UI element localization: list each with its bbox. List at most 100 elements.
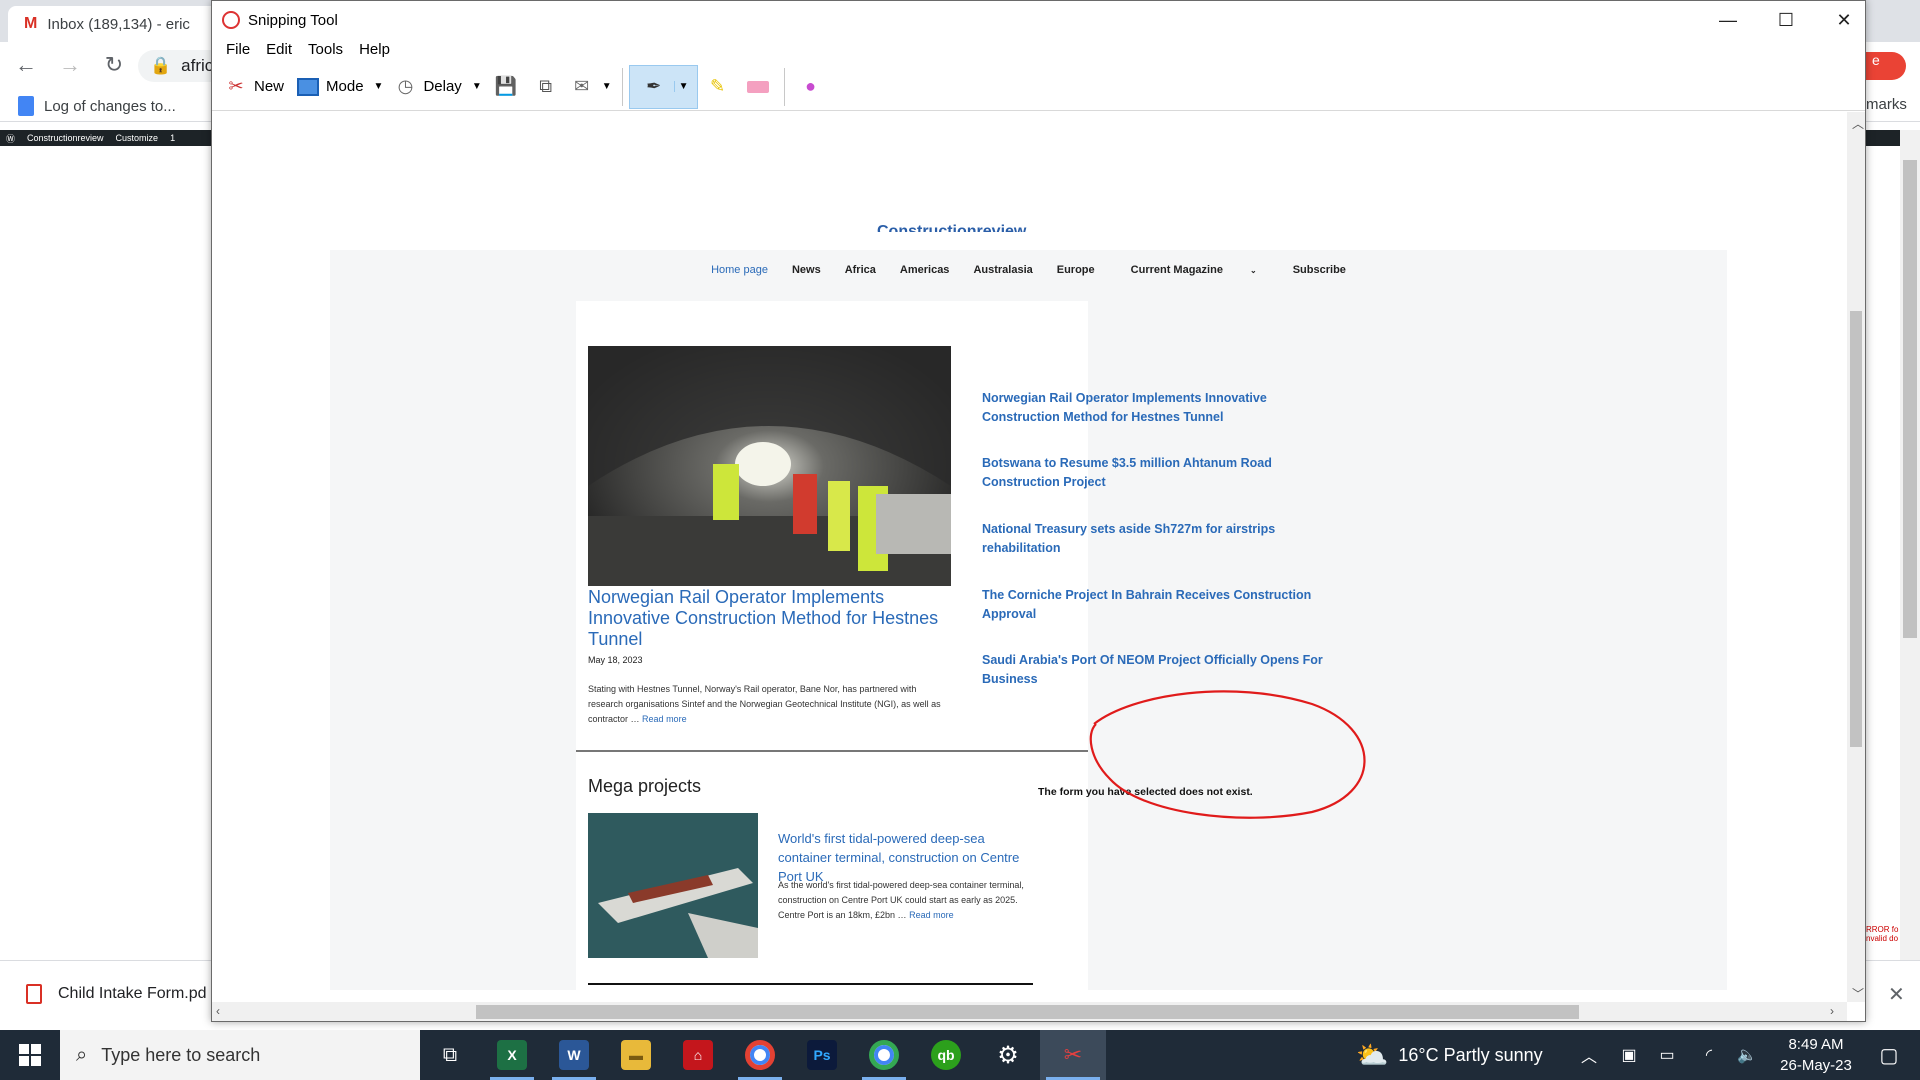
scroll-right-icon[interactable]: › <box>1830 1004 1834 1018</box>
close-button[interactable]: ✕ <box>1815 1 1873 39</box>
delay-dropdown-icon[interactable]: ▼ <box>468 81 486 92</box>
snipping-tool-icon <box>222 11 240 29</box>
nav-americas[interactable]: Americas <box>888 264 962 276</box>
chrome-icon[interactable] <box>730 1030 790 1080</box>
acrobat-icon[interactable]: ⌂ <box>668 1030 728 1080</box>
nav-home[interactable]: Home page <box>699 264 780 276</box>
pdf-icon <box>26 984 42 1004</box>
snipping-tool-window: Snipping Tool — ☐ ✕ File Edit Tools Help… <box>211 0 1866 1022</box>
copy-icon[interactable]: ⧉ <box>534 75 558 99</box>
hero-image-tunnel[interactable] <box>588 346 951 586</box>
pen-button[interactable]: ✒ ▼ <box>628 64 698 109</box>
scroll-left-icon[interactable]: ‹ <box>216 1004 220 1018</box>
weather-text: 16°C Partly sunny <box>1398 1044 1543 1065</box>
save-icon[interactable]: 💾 <box>494 75 518 99</box>
forward-icon[interactable]: → <box>52 47 88 83</box>
mode-dropdown-icon[interactable]: ▼ <box>370 81 388 92</box>
back-icon[interactable]: ← <box>8 47 44 83</box>
clock-time: 8:49 AM <box>1788 1036 1844 1053</box>
eraser-icon[interactable] <box>746 75 770 99</box>
weather-widget[interactable]: ⛅ 16°C Partly sunny <box>1356 1030 1543 1080</box>
read-more-link[interactable]: Read more <box>909 910 954 920</box>
maximize-button[interactable]: ☐ <box>1757 1 1815 39</box>
download-item[interactable]: Child Intake Form.pd <box>26 984 207 1004</box>
reload-icon[interactable]: ↻ <box>96 47 132 83</box>
nav-africa[interactable]: Africa <box>833 264 888 276</box>
delay-button[interactable]: ◷ Delay <box>387 67 467 107</box>
send-dropdown-icon[interactable]: ▼ <box>598 81 616 92</box>
site-logo[interactable]: Constructionreview <box>877 220 1097 232</box>
word-icon[interactable]: W <box>544 1030 604 1080</box>
nav-current-magazine[interactable]: Current Magazine ⌄ <box>1107 264 1281 276</box>
file-explorer-icon[interactable]: ▬ <box>606 1030 666 1080</box>
sidebar-article-link[interactable]: Norwegian Rail Operator Implements Innov… <box>982 389 1332 427</box>
settings-gear-icon[interactable]: ⚙ <box>978 1030 1038 1080</box>
sidebar-article-link[interactable]: Botswana to Resume $3.5 million Ahtanum … <box>982 454 1332 492</box>
wp-admin-bar: Ⓦ Constructionreview Customize 1 <box>0 130 212 146</box>
hero-article-title[interactable]: Norwegian Rail Operator Implements Innov… <box>588 587 958 650</box>
chrome-profile-icon[interactable] <box>854 1030 914 1080</box>
task-view-icon[interactable]: ⧉ <box>420 1030 480 1080</box>
tray-chevron-icon[interactable]: ︿ <box>1574 1030 1604 1080</box>
wifi-icon[interactable]: ◜ <box>1694 1030 1724 1080</box>
profile-button[interactable]: e <box>1866 52 1906 80</box>
menu-help[interactable]: Help <box>351 39 398 63</box>
sidebar-article-link[interactable]: The Corniche Project In Bahrain Receives… <box>982 586 1332 624</box>
windows-icon <box>19 1044 41 1066</box>
mega-project-image[interactable] <box>588 813 758 958</box>
canvas-vertical-scroll-thumb[interactable] <box>1850 311 1862 747</box>
browser-scrollbar-thumb[interactable] <box>1903 160 1917 638</box>
snip-canvas: Constructionreview Home page News Africa… <box>212 112 1847 1002</box>
clock[interactable]: 8:49 AM 26-May-23 <box>1766 1034 1866 1076</box>
battery-icon[interactable]: ▭ <box>1652 1030 1682 1080</box>
highlighter-icon[interactable]: ✎ <box>706 75 730 99</box>
gmail-icon: M <box>24 15 38 32</box>
mega-project-excerpt: As the world's first tidal-powered deep-… <box>778 880 1024 920</box>
sidebar-article-link[interactable]: National Treasury sets aside Sh727m for … <box>982 520 1332 558</box>
mode-button[interactable]: Mode <box>290 67 370 107</box>
snipping-tool-task-icon[interactable]: ✂ <box>1040 1030 1106 1080</box>
menu-tools[interactable]: Tools <box>300 39 351 63</box>
paint3d-icon[interactable]: ● <box>799 75 823 99</box>
send-email-icon[interactable]: ✉ <box>570 75 594 99</box>
all-bookmarks-label[interactable]: marks <box>1866 96 1907 113</box>
bookmark-item[interactable]: Log of changes to... <box>18 96 176 116</box>
canvas-horizontal-scroll-thumb[interactable] <box>476 1005 1579 1019</box>
minimize-button[interactable]: — <box>1699 1 1757 39</box>
wp-site-link[interactable]: Constructionreview <box>27 133 104 143</box>
meet-now-icon[interactable]: ▣ <box>1614 1030 1644 1080</box>
rectangle-mode-icon <box>296 75 320 99</box>
start-button[interactable] <box>0 1030 60 1080</box>
menu-file[interactable]: File <box>218 39 258 63</box>
section-divider <box>576 750 1088 752</box>
nav-australasia[interactable]: Australasia <box>961 264 1044 276</box>
wp-count[interactable]: 1 <box>170 133 175 143</box>
scroll-down-icon[interactable]: ﹀ <box>1852 985 1864 1002</box>
wordpress-icon[interactable]: Ⓦ <box>6 132 15 145</box>
close-download-shelf-icon[interactable]: ✕ <box>1888 982 1905 1007</box>
notifications-icon[interactable]: ▢ <box>1864 1030 1914 1080</box>
pen-icon: ✒ <box>646 76 662 96</box>
photoshop-icon[interactable]: Ps <box>792 1030 852 1080</box>
toolbar-separator <box>783 67 785 106</box>
nav-subscribe[interactable]: Subscribe <box>1281 264 1358 276</box>
new-button[interactable]: ✂ New <box>218 67 290 107</box>
nav-europe[interactable]: Europe <box>1045 264 1107 276</box>
bookmark-label: Log of changes to... <box>44 97 176 115</box>
read-more-link[interactable]: Read more <box>642 714 687 724</box>
window-title: Snipping Tool <box>248 11 338 29</box>
red-pen-annotation <box>1089 690 1366 819</box>
taskbar-search[interactable]: ⌕ Type here to search <box>60 1030 420 1080</box>
pen-dropdown-icon[interactable]: ▼ <box>673 81 693 92</box>
menu-edit[interactable]: Edit <box>258 39 300 63</box>
browser-tab-gmail[interactable]: M Inbox (189,134) - eric <box>8 6 218 42</box>
scroll-up-icon[interactable]: ︿ <box>1852 115 1864 132</box>
nav-news[interactable]: News <box>780 264 833 276</box>
wp-customize-link[interactable]: Customize <box>116 133 159 143</box>
address-text: afric <box>181 56 214 75</box>
error-text-fragment: RROR fo nvalid do <box>1866 925 1899 943</box>
excel-icon[interactable]: X <box>482 1030 542 1080</box>
toolbar: ✂ New Mode ▼ ◷ Delay ▼ 💾 ⧉ ✉ ▼ ✒ ▼ ✎ ● <box>212 63 1865 111</box>
volume-icon[interactable]: 🔈 <box>1732 1030 1762 1080</box>
quickbooks-icon[interactable]: qb <box>916 1030 976 1080</box>
